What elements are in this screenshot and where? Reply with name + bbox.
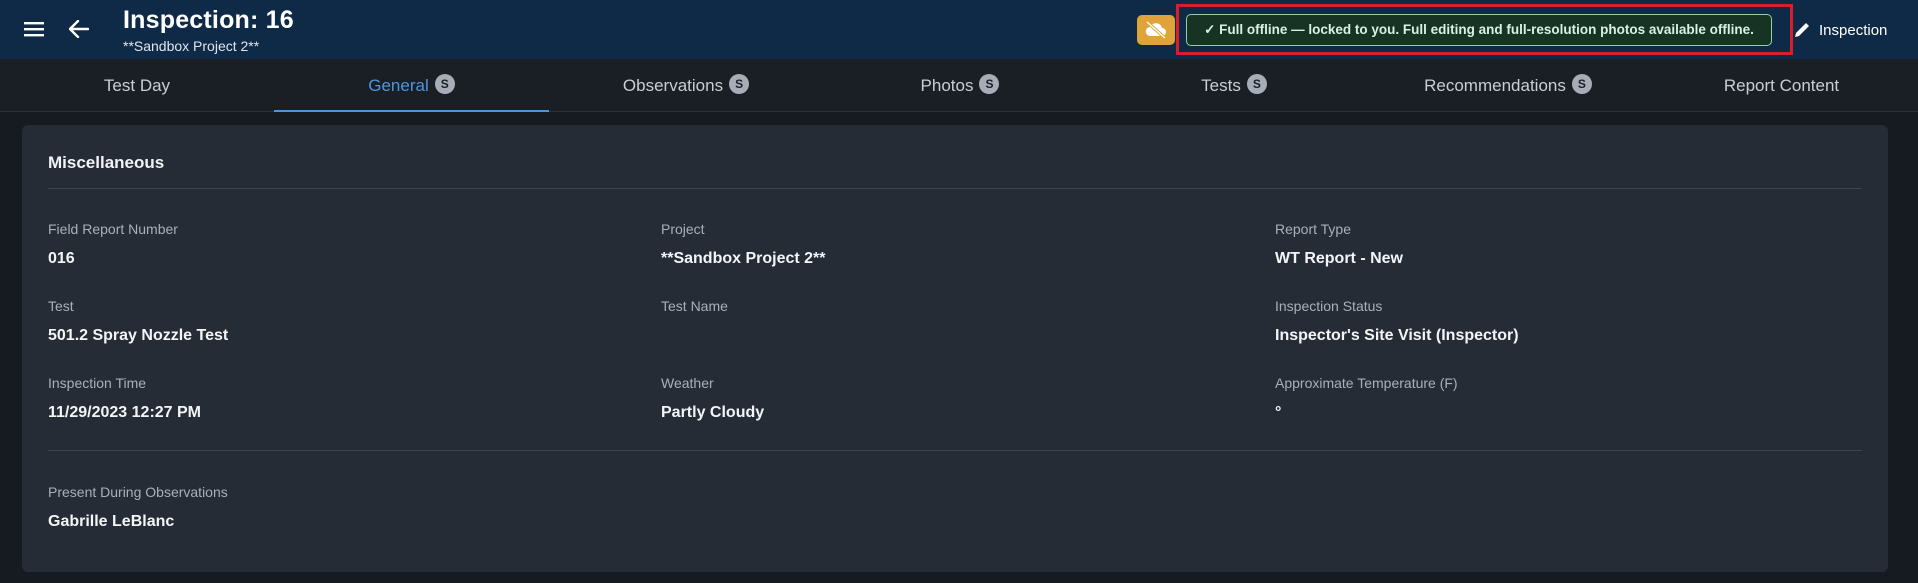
field-value: Inspector's Site Visit (Inspector) (1275, 327, 1519, 344)
edit-inspection-label: Inspection (1819, 21, 1888, 39)
field-label: Report Type (1275, 221, 1352, 237)
back-arrow-icon[interactable] (64, 14, 94, 44)
field-report-type: Report Type WT Report - New (1275, 221, 1403, 268)
field-label: Inspection Time (48, 375, 147, 391)
field-inspection-time: Inspection Time 11/29/2023 12:27 PM (48, 375, 201, 422)
field-label: Project (661, 221, 705, 237)
edit-inspection-button[interactable]: Inspection (1793, 18, 1887, 42)
tab-observations[interactable]: Observations S (549, 59, 823, 112)
page-subtitle: **Sandbox Project 2** (123, 38, 260, 54)
field-report-number: Field Report Number 016 (48, 221, 178, 268)
offline-toggle-button[interactable] (1137, 15, 1175, 45)
tab-label: Recommendations (1424, 75, 1566, 95)
tab-badge: S (729, 73, 750, 94)
field-label: Field Report Number (48, 221, 178, 237)
field-label: Test (48, 298, 74, 314)
tab-label: General (368, 75, 429, 95)
field-present-during-observations: Present During Observations Gabrille LeB… (48, 484, 228, 531)
tab-label: Test Day (103, 75, 171, 95)
section-divider (48, 450, 1862, 451)
field-value: **Sandbox Project 2** (661, 250, 826, 267)
tab-label: Observations (622, 75, 724, 95)
field-label: Inspection Status (1275, 298, 1383, 314)
field-weather: Weather Partly Cloudy (661, 375, 764, 422)
tab-test-day[interactable]: Test Day (0, 59, 274, 112)
field-value: 501.2 Spray Nozzle Test (48, 327, 229, 344)
section-divider (48, 188, 1862, 189)
cloud-off-icon (1145, 21, 1167, 39)
field-label: Weather (661, 375, 714, 391)
field-value: 016 (48, 250, 75, 267)
field-test: Test 501.2 Spray Nozzle Test (48, 298, 228, 345)
field-project: Project **Sandbox Project 2** (661, 221, 826, 268)
field-approximate-temperature: Approximate Temperature (F) ° (1275, 375, 1458, 422)
field-value: WT Report - New (1275, 250, 1403, 267)
field-value: Partly Cloudy (661, 404, 765, 421)
tab-badge: S (1571, 73, 1592, 94)
field-label: Present During Observations (48, 484, 228, 500)
offline-status-banner: ✓ Full offline — locked to you. Full edi… (1186, 14, 1772, 46)
menu-icon[interactable] (19, 14, 49, 44)
tab-tests[interactable]: Tests S (1097, 59, 1371, 112)
tab-badge: S (1246, 73, 1267, 94)
tab-report-content[interactable]: Report Content (1645, 59, 1918, 112)
app-bar: Inspection: 16 **Sandbox Project 2** ✓ F… (0, 0, 1918, 59)
field-value: 11/29/2023 12:27 PM (48, 404, 202, 421)
miscellaneous-card: Miscellaneous Field Report Number 016 Pr… (22, 125, 1888, 572)
page-title: Inspection: 16 (123, 6, 294, 34)
tab-general[interactable]: General S (274, 59, 549, 112)
tab-recommendations[interactable]: Recommendations S (1371, 59, 1645, 112)
section-title: Miscellaneous (48, 153, 165, 172)
field-test-name: Test Name (661, 298, 728, 327)
field-label: Approximate Temperature (F) (1275, 375, 1458, 391)
title-block: Inspection: 16 **Sandbox Project 2** (123, 6, 294, 54)
tab-label: Photos (920, 75, 974, 95)
tab-label: Report Content (1723, 75, 1840, 95)
field-label: Test Name (661, 298, 728, 314)
tab-badge: S (979, 73, 1000, 94)
field-value: Gabrille LeBlanc (48, 513, 175, 530)
field-inspection-status: Inspection Status Inspector's Site Visit… (1275, 298, 1519, 345)
tab-bar: Test Day General S Observations S Photos… (0, 59, 1918, 112)
tab-badge: S (434, 73, 455, 94)
tab-photos[interactable]: Photos S (823, 59, 1097, 112)
pencil-icon (1795, 23, 1809, 37)
field-value: ° (1275, 404, 1282, 421)
tab-label: Tests (1201, 75, 1241, 95)
